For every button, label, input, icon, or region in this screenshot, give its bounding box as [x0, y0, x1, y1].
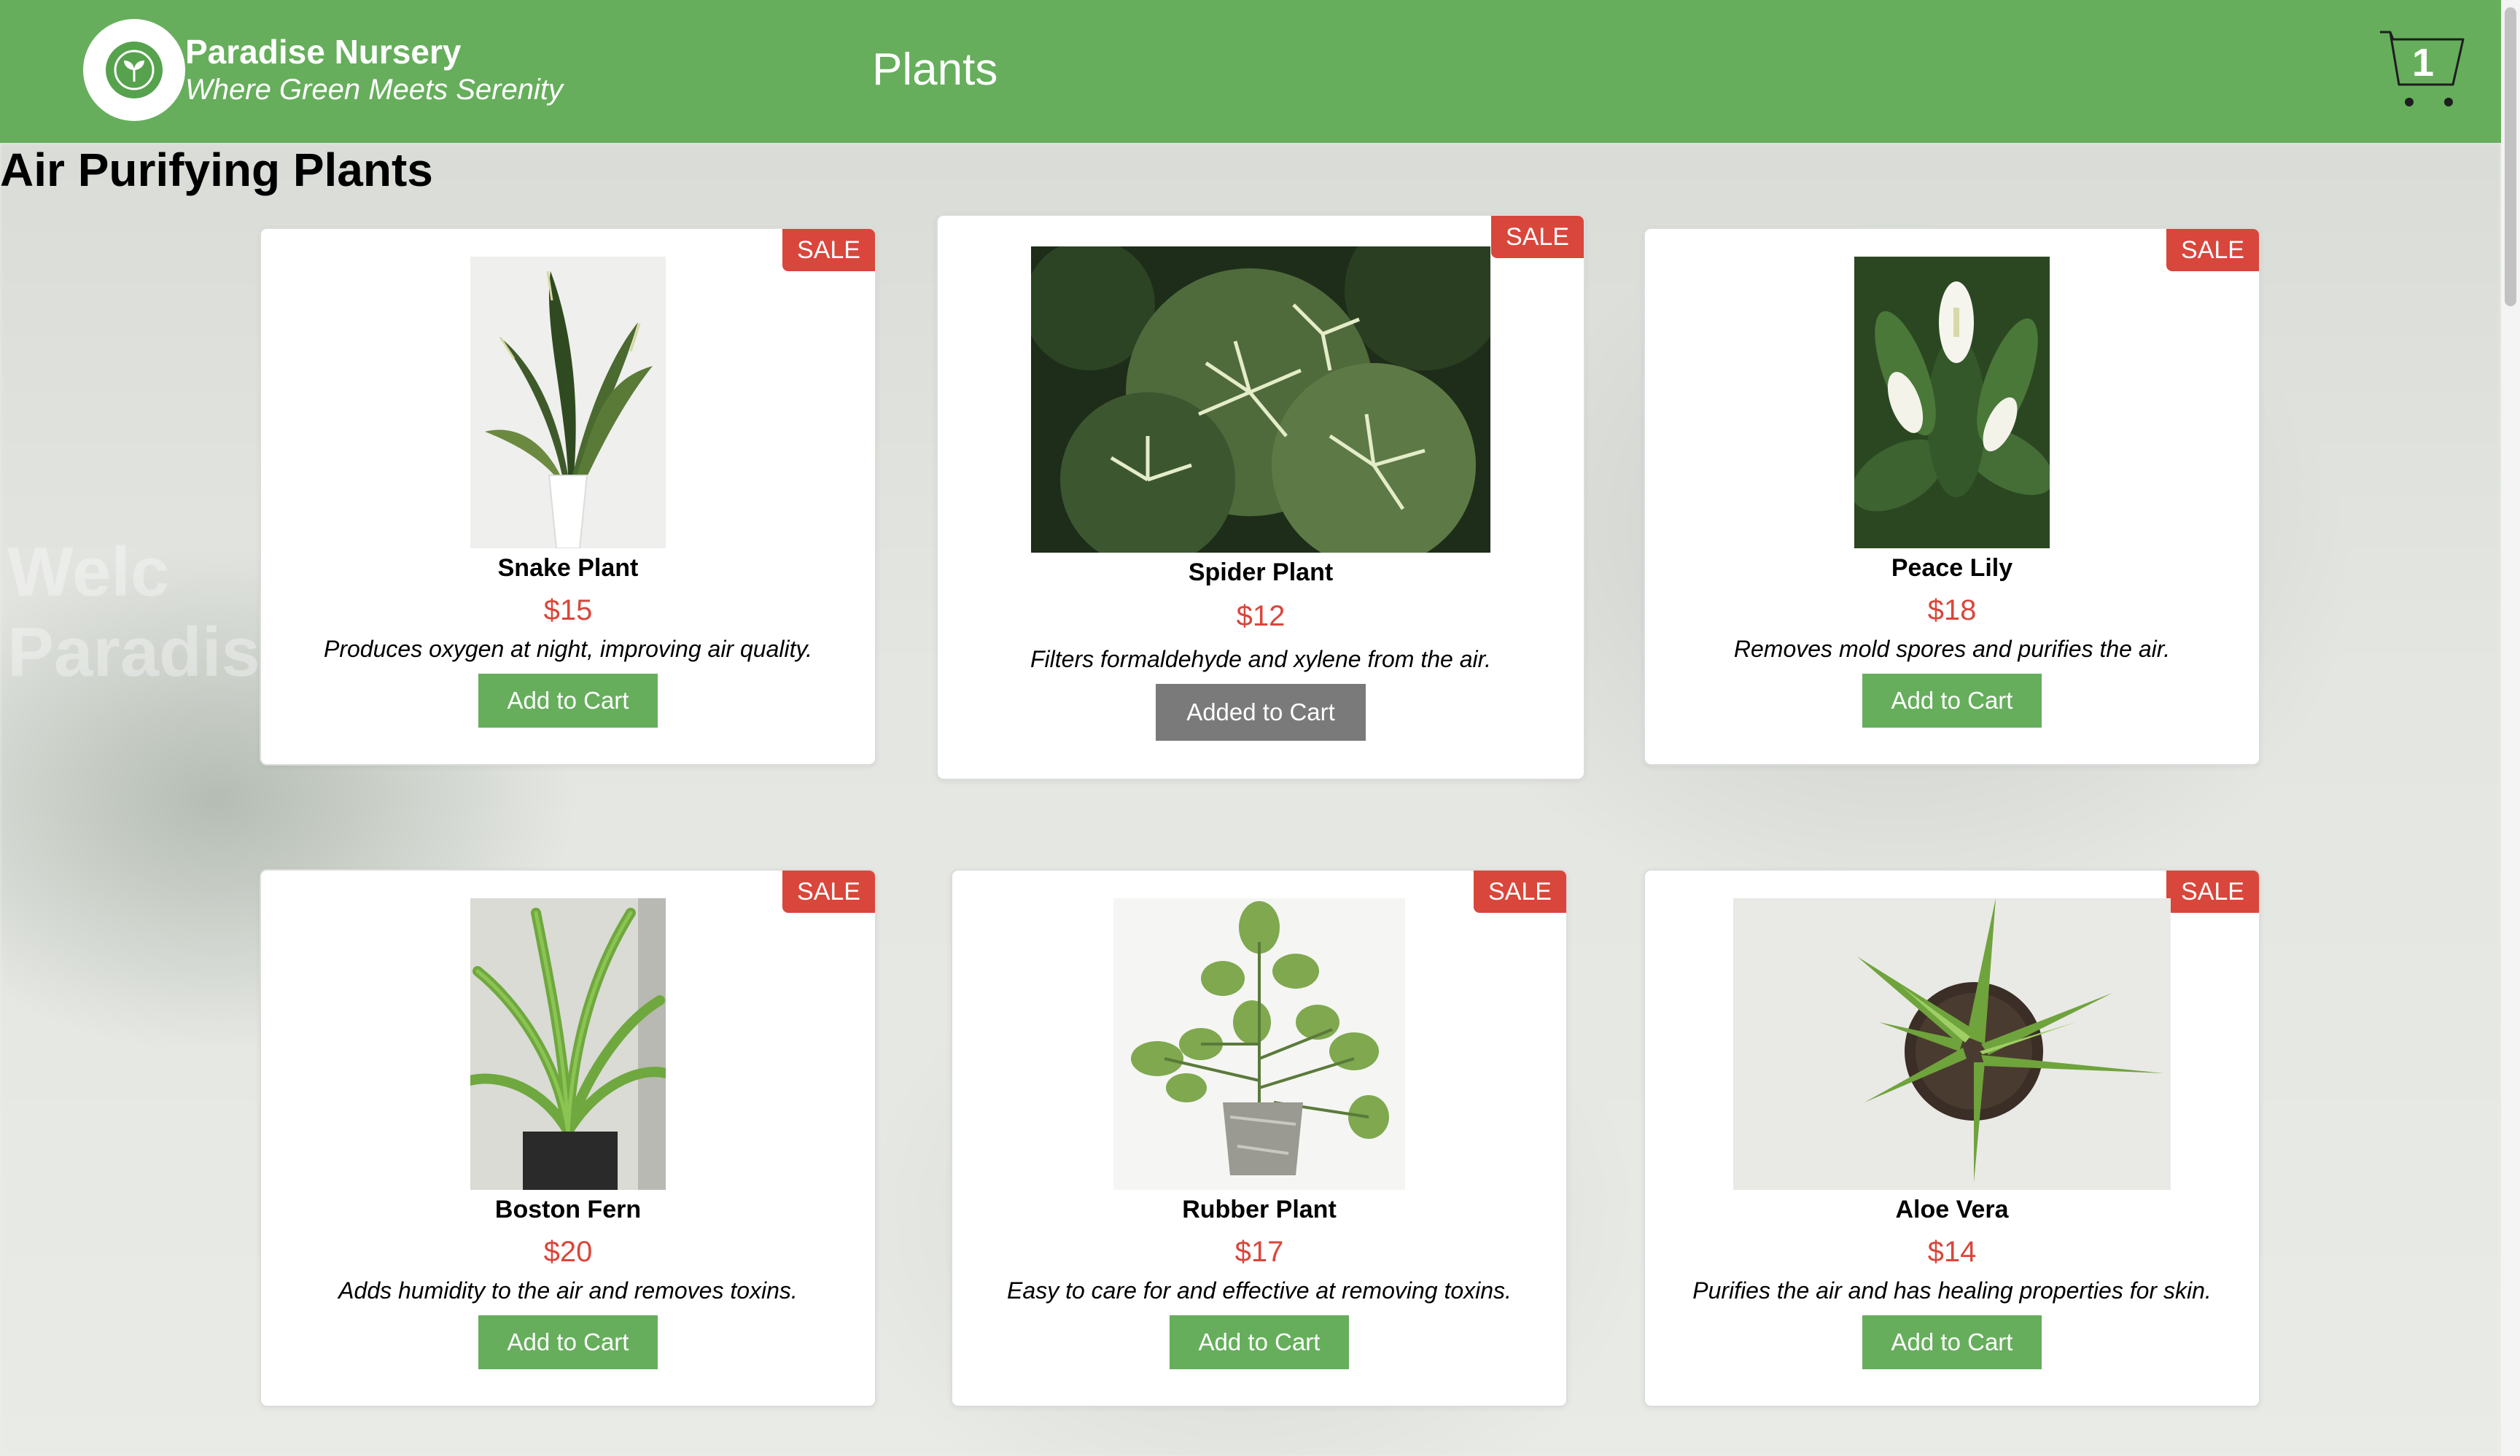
product-card-boston-fern: SALE Boston Fern $20 Adds humidity to th… — [260, 869, 876, 1407]
plant-price: $12 — [1236, 600, 1286, 632]
navbar: Paradise Nursery Where Green Meets Seren… — [0, 0, 2501, 143]
scrollbar-thumb[interactable] — [2505, 7, 2516, 306]
plant-description: Adds humidity to the air and removes tox… — [338, 1277, 798, 1304]
plant-description: Purifies the air and has healing propert… — [1692, 1277, 2212, 1304]
product-card-spider-plant: SALE Spider Plant $12 Filters formaldehy… — [936, 214, 1585, 780]
add-to-cart-button[interactable]: Add to Cart — [478, 1315, 658, 1369]
product-card-snake-plant: SALE Snake Plant $15 Produces oxygen at … — [260, 227, 876, 766]
sale-badge: SALE — [2166, 229, 2259, 271]
plant-price: $17 — [1234, 1236, 1284, 1268]
product-card-rubber-plant: SALE Rubber Plant $17 Easy to care for a… — [951, 869, 1568, 1407]
plant-name: Rubber Plant — [1182, 1196, 1337, 1223]
spider-plant-image — [1031, 246, 1490, 553]
section-title: Air Purifying Plants — [0, 144, 433, 196]
sale-badge: SALE — [1474, 871, 1566, 913]
brand[interactable]: Paradise Nursery Where Green Meets Seren… — [185, 32, 563, 108]
plant-price: $18 — [1927, 594, 1977, 626]
plant-name: Boston Fern — [494, 1196, 642, 1223]
plant-name: Spider Plant — [1188, 558, 1334, 586]
plant-name: Snake Plant — [497, 554, 639, 582]
plant-name: Aloe Vera — [1895, 1196, 2009, 1223]
product-card-aloe-vera: SALE Aloe Vera $14 Purifies the air and … — [1644, 869, 2260, 1407]
aloe-vera-image — [1733, 898, 2171, 1190]
brand-tagline: Where Green Meets Serenity — [185, 74, 563, 106]
sale-badge: SALE — [782, 871, 875, 913]
plant-name: Peace Lily — [1891, 554, 2013, 582]
added-to-cart-button[interactable]: Added to Cart — [1156, 684, 1366, 741]
cart-button[interactable]: 1 — [2377, 26, 2469, 114]
plant-price: $20 — [543, 1236, 593, 1268]
sale-badge: SALE — [2166, 871, 2259, 913]
plant-price: $15 — [543, 594, 593, 626]
add-to-cart-button[interactable]: Add to Cart — [1169, 1315, 1350, 1369]
plant-description: Filters formaldehyde and xylene from the… — [1030, 646, 1491, 672]
sprout-icon — [106, 42, 163, 98]
boston-fern-image — [470, 898, 666, 1190]
scrollbar[interactable] — [2501, 0, 2520, 1456]
rubber-plant-image — [1113, 898, 1405, 1190]
brand-name: Paradise Nursery — [185, 33, 462, 71]
sale-badge: SALE — [1491, 216, 1584, 258]
cart-count: 1 — [2411, 41, 2435, 85]
plant-description: Easy to care for and effective at removi… — [1007, 1277, 1512, 1304]
sale-badge: SALE — [782, 229, 875, 271]
add-to-cart-button[interactable]: Add to Cart — [1862, 674, 2042, 728]
peace-lily-image — [1854, 257, 2050, 548]
background-welcome-text: Welc Paradis — [7, 533, 260, 692]
plant-description: Removes mold spores and purifies the air… — [1733, 636, 2171, 662]
nav-link-plants[interactable]: Plants — [872, 42, 998, 98]
product-card-peace-lily: SALE Peace Lily $18 Removes mold spores … — [1644, 227, 2260, 766]
add-to-cart-button[interactable]: Add to Cart — [1862, 1315, 2042, 1369]
logo[interactable] — [83, 19, 185, 121]
snake-plant-image — [470, 257, 666, 548]
plant-description: Produces oxygen at night, improving air … — [324, 636, 812, 662]
plant-price: $14 — [1927, 1236, 1977, 1268]
add-to-cart-button[interactable]: Add to Cart — [478, 674, 658, 728]
